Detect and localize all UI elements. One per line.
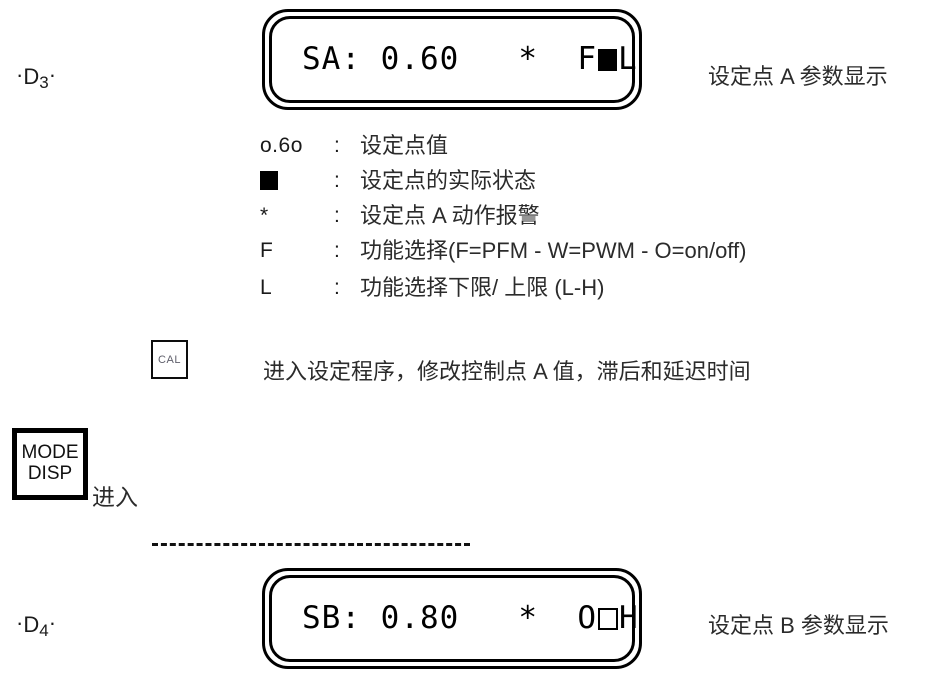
lcd-a-value: 0.60: [380, 41, 460, 77]
cal-instruction-text: 进入设定程序，修改控制点 A 值，滞后和延迟时间: [263, 359, 751, 384]
lcd-b-value: 0.80: [380, 600, 460, 636]
step-d3-letter: D: [23, 64, 40, 89]
lcd-text-a: SA: 0.60 * FL: [302, 44, 638, 75]
legend-desc-function-select: 功能选择(F=PFM - W=PWM - O=on/off): [360, 238, 747, 263]
caption-setpoint-b: 设定点 B 参数显示: [708, 613, 889, 638]
lcd-a-label: SA:: [302, 41, 361, 77]
legend-list: o.6o : 设定点值 : 设定点的实际状态 * : 设定点 A 动作报警 F …: [260, 131, 880, 311]
section-divider: [152, 543, 470, 546]
lcd-b-function-code: O: [577, 600, 597, 636]
lcd-a-limit-code: L: [618, 41, 638, 77]
step-label-d3: ·D3·: [16, 62, 56, 93]
step-label-d4: ·D4·: [16, 610, 56, 641]
legend-symbol-value: o.6o: [260, 134, 303, 157]
lcd-b-state-square-icon: [598, 607, 618, 630]
caption-setpoint-a: 设定点 A 参数显示: [708, 64, 888, 89]
cal-button-label: CAL: [158, 353, 181, 366]
mode-disp-button-line1: MODE: [21, 442, 79, 464]
legend-symbol-l: L: [260, 276, 272, 299]
legend-symbol-filled-square-icon: [260, 166, 330, 196]
legend-desc-actual-state: 设定点的实际状态: [360, 168, 537, 193]
lcd-screen-a: SA: 0.60 * FL: [269, 16, 638, 103]
lcd-b-limit-code: H: [619, 600, 639, 636]
legend-colon-3: :: [334, 239, 340, 262]
lcd-b-label: SB:: [302, 600, 361, 636]
step-d4-number: 4: [39, 621, 49, 640]
legend-colon-0: :: [334, 134, 340, 157]
lcd-a-state-square-icon: [598, 48, 617, 71]
mode-disp-instruction-text: 进入: [92, 484, 138, 510]
lcd-a-alarm-asterisk: *: [518, 41, 538, 77]
lcd-display-setpoint-b: SB: 0.80 * OH: [262, 568, 642, 669]
lcd-a-function-code: F: [577, 41, 597, 77]
mode-disp-button[interactable]: MODE DISP: [12, 428, 88, 500]
lcd-screen-b: SB: 0.80 * OH: [269, 575, 638, 662]
mode-disp-button-line2: DISP: [27, 463, 73, 484]
legend-desc-alarm: 设定点 A 动作报警: [360, 203, 540, 228]
lcd-b-alarm-asterisk: *: [518, 600, 538, 636]
step-d3-dot-right: ·: [48, 62, 57, 87]
step-d4-dot-right: ·: [48, 610, 57, 635]
legend-desc-setpoint-value: 设定点值: [360, 133, 449, 158]
legend-colon-1: :: [334, 169, 340, 192]
cal-button[interactable]: CAL: [151, 340, 188, 379]
legend-colon-4: :: [334, 276, 340, 299]
lcd-display-setpoint-a: SA: 0.60 * FL: [262, 9, 642, 110]
lcd-text-b: SB: 0.80 * OH: [302, 603, 639, 634]
legend-symbol-f: F: [260, 239, 273, 262]
step-d3-number: 3: [39, 73, 49, 92]
step-d4-letter: D: [23, 612, 40, 637]
legend-colon-2: :: [334, 204, 340, 227]
legend-symbol-asterisk-icon: *: [260, 204, 269, 227]
legend-desc-limit-select: 功能选择下限/ 上限 (L-H): [360, 275, 605, 300]
